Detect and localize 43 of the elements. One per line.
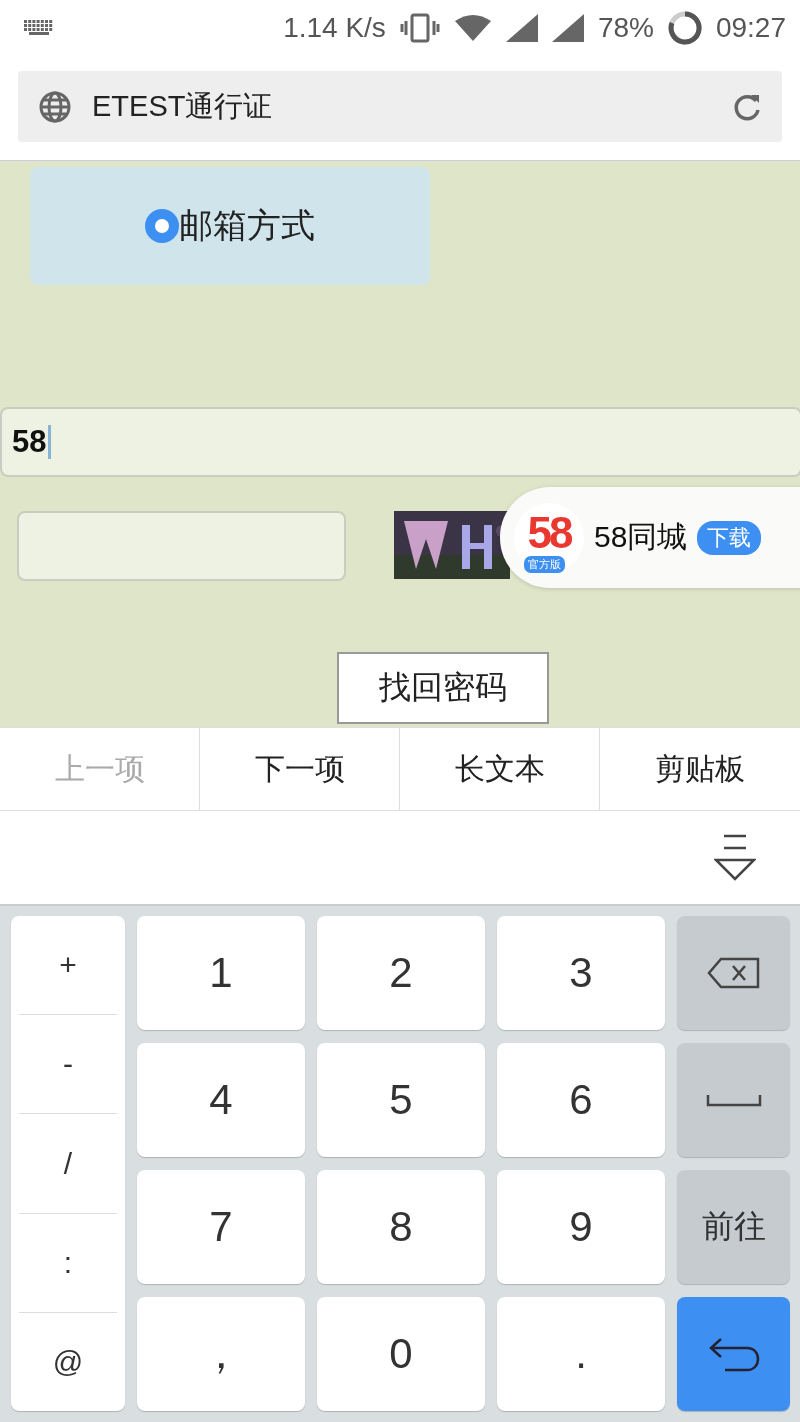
- number-key[interactable]: 5: [317, 1043, 485, 1157]
- page-title: ETEST通行证: [92, 88, 274, 124]
- number-key[interactable]: 2: [317, 916, 485, 1030]
- wifi-icon: [453, 12, 492, 43]
- app-name: 58同城: [594, 519, 688, 555]
- email-radio[interactable]: 邮箱方式: [145, 203, 315, 249]
- number-key[interactable]: 0: [317, 1297, 485, 1411]
- space-icon: [705, 1093, 762, 1107]
- find-password-button[interactable]: 找回密码: [337, 652, 549, 724]
- clock: 09:27: [715, 11, 786, 44]
- enter-key[interactable]: [677, 1297, 790, 1411]
- collapse-keyboard-icon[interactable]: [714, 833, 756, 882]
- backspace-key[interactable]: [677, 916, 790, 1030]
- captcha-field[interactable]: [17, 511, 346, 581]
- globe-icon: [38, 89, 72, 124]
- number-key[interactable]: 6: [497, 1043, 665, 1157]
- battery-ring-icon: [667, 10, 702, 45]
- app-logo: 58 官方版: [514, 502, 584, 573]
- number-key[interactable]: ，: [137, 1297, 305, 1411]
- number-key[interactable]: 8: [317, 1170, 485, 1284]
- number-key[interactable]: 3: [497, 916, 665, 1030]
- go-key[interactable]: 前往: [677, 1170, 790, 1284]
- number-key[interactable]: 4: [137, 1043, 305, 1157]
- radio-icon[interactable]: [145, 209, 179, 243]
- account-field[interactable]: 58: [0, 407, 800, 477]
- vibrate-icon: [399, 12, 440, 43]
- number-key[interactable]: 9: [497, 1170, 665, 1284]
- keyboard-icon: [24, 19, 54, 36]
- symbol-key[interactable]: +: [19, 916, 117, 1016]
- signal-icon: [551, 13, 584, 42]
- number-key[interactable]: 1: [137, 916, 305, 1030]
- app-banner[interactable]: 58 官方版 58同城 下载: [500, 487, 800, 588]
- symbol-key[interactable]: -: [19, 1015, 117, 1115]
- symbol-key[interactable]: /: [19, 1114, 117, 1214]
- number-key[interactable]: .: [497, 1297, 665, 1411]
- number-key[interactable]: 7: [137, 1170, 305, 1284]
- signal-icon: [505, 13, 538, 42]
- address-bar[interactable]: ETEST通行证: [18, 71, 782, 142]
- symbol-key[interactable]: @: [19, 1312, 117, 1411]
- battery-percent: 78%: [597, 11, 654, 44]
- backspace-icon: [706, 957, 761, 989]
- symbol-key[interactable]: :: [19, 1213, 117, 1313]
- network-speed: 1.14 K/s: [283, 11, 386, 44]
